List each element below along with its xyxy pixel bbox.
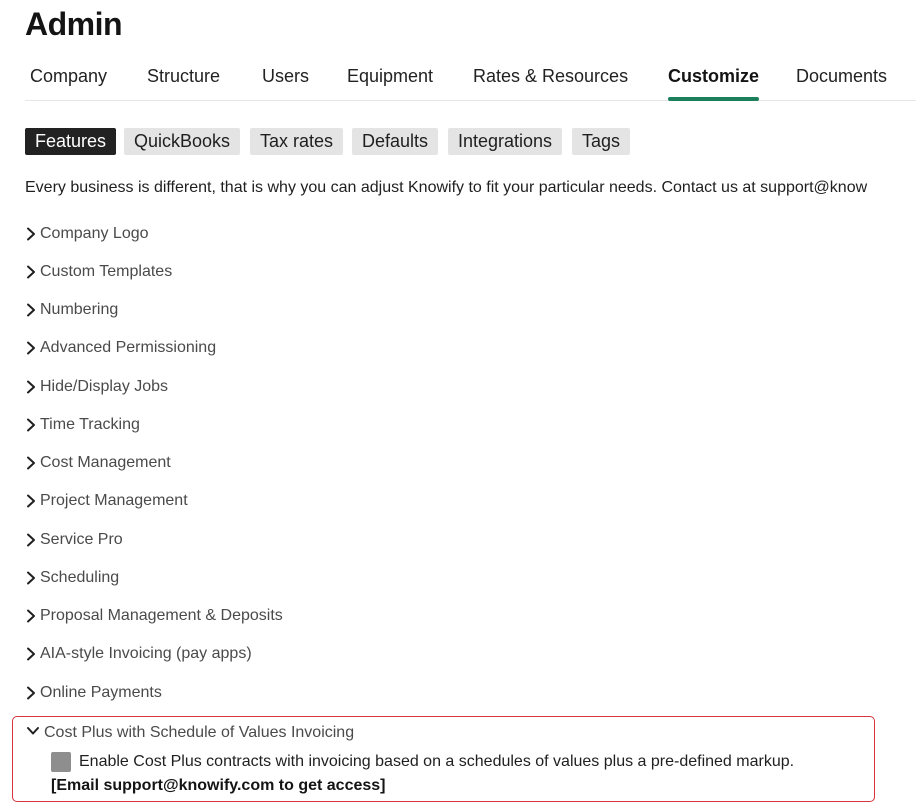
chevron-right-icon <box>25 341 39 355</box>
feature-label: Numbering <box>40 301 119 318</box>
feature-label: Advanced Permissioning <box>40 339 217 356</box>
chevron-right-icon <box>25 686 39 700</box>
chevron-right-icon <box>25 456 39 470</box>
feature-online-payments[interactable]: Online Payments <box>25 681 162 705</box>
expanded-feature-panel: Cost Plus with Schedule of Values Invoic… <box>12 716 875 802</box>
feature-label: Company Logo <box>40 225 149 242</box>
chevron-right-icon <box>25 380 39 394</box>
active-tab-indicator <box>668 97 760 101</box>
chevron-right-icon <box>25 418 39 432</box>
feature-label: Hide/Display Jobs <box>40 378 169 395</box>
feature-label: Project Management <box>40 492 188 509</box>
tab-label: Documents <box>796 66 888 86</box>
tab-label: Structure <box>147 66 221 86</box>
feature-project-management[interactable]: Project Management <box>25 489 188 513</box>
chevron-right-icon <box>25 647 39 661</box>
feature-label: Cost Plus with Schedule of Values Invoic… <box>44 724 355 742</box>
tab-equipment[interactable]: Equipment <box>347 66 433 87</box>
feature-advanced-permissioning[interactable]: Advanced Permissioning <box>25 336 216 360</box>
enable-cost-plus-checkbox[interactable] <box>51 752 71 772</box>
feature-service-pro[interactable]: Service Pro <box>25 528 123 552</box>
feature-aia-invoicing[interactable]: AIA-style Invoicing (pay apps) <box>25 642 252 666</box>
subtab-tags[interactable]: Tags <box>572 128 631 155</box>
subtab-features[interactable]: Features <box>25 128 117 155</box>
chevron-right-icon <box>25 265 39 279</box>
feature-label: Cost Management <box>40 454 171 471</box>
tab-customize[interactable]: Customize <box>668 66 760 101</box>
chevron-right-icon <box>25 227 39 241</box>
tab-users[interactable]: Users <box>262 66 309 87</box>
feature-numbering[interactable]: Numbering <box>25 298 118 322</box>
feature-label: Online Payments <box>40 684 162 701</box>
tab-structure[interactable]: Structure <box>147 66 220 87</box>
feature-label: Scheduling <box>40 569 120 586</box>
subtab-tax-rates[interactable]: Tax rates <box>250 128 344 155</box>
feature-label: Custom Templates <box>40 263 173 280</box>
intro-text: Every business is different, that is why… <box>25 179 868 196</box>
feature-company-logo[interactable]: Company Logo <box>25 222 149 246</box>
chevron-right-icon <box>25 494 39 508</box>
subtab-defaults[interactable]: Defaults <box>352 128 439 155</box>
main-tab-bar: Company Structure Users Equipment Rates … <box>25 60 916 101</box>
feature-label: Time Tracking <box>40 416 140 433</box>
chevron-right-icon <box>25 533 39 547</box>
tab-label: Equipment <box>347 66 434 86</box>
tab-label: Users <box>262 66 310 86</box>
tab-documents[interactable]: Documents <box>796 66 887 87</box>
chevron-down-icon <box>26 721 44 745</box>
feature-cost-plus-sov[interactable]: Cost Plus with Schedule of Values Invoic… <box>26 721 354 745</box>
chevron-right-icon <box>25 303 39 317</box>
page-title: Admin <box>25 6 123 42</box>
chevron-right-icon <box>25 571 39 585</box>
subtab-integrations[interactable]: Integrations <box>448 128 563 155</box>
tab-rates-resources[interactable]: Rates & Resources <box>473 66 628 87</box>
feature-proposal-management[interactable]: Proposal Management & Deposits <box>25 604 283 628</box>
feature-time-tracking[interactable]: Time Tracking <box>25 413 140 437</box>
subtab-quickbooks[interactable]: QuickBooks <box>124 128 241 155</box>
tab-label: Company <box>30 66 108 86</box>
tab-company[interactable]: Company <box>30 66 107 87</box>
feature-cost-management[interactable]: Cost Management <box>25 451 171 475</box>
chevron-right-icon <box>25 609 39 623</box>
feature-scheduling[interactable]: Scheduling <box>25 566 119 590</box>
enable-cost-plus-label: Enable Cost Plus contracts with invoicin… <box>79 753 795 770</box>
access-note: [Email support@knowify.com to get access… <box>51 777 386 794</box>
feature-label: Proposal Management & Deposits <box>40 607 283 624</box>
tab-label: Customize <box>668 66 760 86</box>
feature-label: AIA-style Invoicing (pay apps) <box>40 645 252 662</box>
feature-hide-display-jobs[interactable]: Hide/Display Jobs <box>25 375 168 399</box>
tab-label: Rates & Resources <box>473 66 629 86</box>
feature-custom-templates[interactable]: Custom Templates <box>25 260 172 284</box>
feature-label: Service Pro <box>40 531 123 548</box>
